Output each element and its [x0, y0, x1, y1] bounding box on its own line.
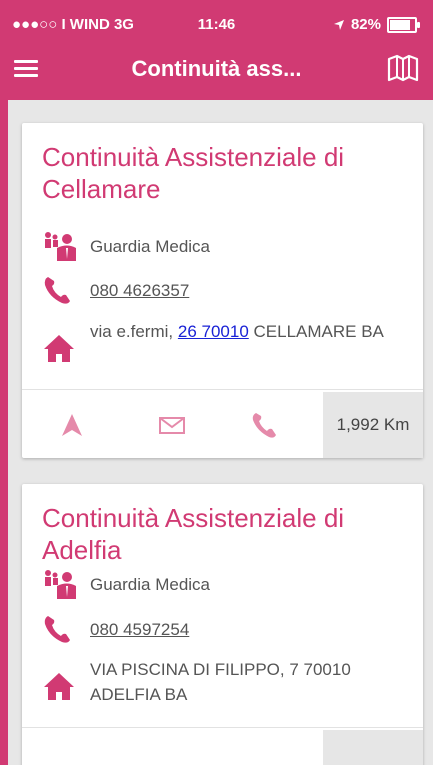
address-row: via e.fermi, 26 70010 CELLAMARE BA — [42, 319, 390, 363]
call-icon[interactable] — [250, 410, 280, 440]
doctor-family-icon — [45, 570, 76, 599]
type-row: Guardia Medica — [42, 231, 210, 261]
distance-value: 1,992 Km — [336, 415, 410, 434]
address-street: via e.fermi, — [90, 322, 174, 341]
phone-icon — [44, 277, 70, 304]
address-city: CELLAMARE BA — [253, 322, 384, 341]
top-bar: ●●●○○ I WIND 3G 11:46 82% Continuità ass… — [0, 0, 433, 100]
app-screen: ●●●○○ I WIND 3G 11:46 82% Continuità ass… — [0, 0, 433, 765]
facility-type: Guardia Medica — [90, 574, 211, 594]
card-actions — [22, 730, 423, 765]
phone-icon — [44, 616, 70, 643]
distance-badge — [323, 730, 423, 765]
result-card[interactable]: Continuità Assistenziale di Adelfia Guar… — [22, 484, 423, 765]
location-arrow-icon — [333, 19, 344, 30]
battery-percent: 82% — [350, 16, 381, 33]
nav-bar: Continuità ass... — [0, 38, 433, 100]
status-bar: ●●●○○ I WIND 3G 11:46 82% — [0, 8, 433, 38]
navigate-icon[interactable] — [57, 410, 87, 440]
email-icon[interactable] — [157, 410, 187, 440]
results-list[interactable]: Continuità Assistenziale di Cellamare Gu… — [0, 100, 433, 765]
phone-row: 080 4626357 — [42, 275, 189, 305]
type-row: Guardia Medica — [42, 569, 210, 599]
address-text: VIA PISCINA DI FILIPPO, 7 70010 ADELFIA … — [90, 660, 351, 704]
address-row: VIA PISCINA DI FILIPPO, 7 70010 ADELFIA … — [42, 657, 390, 707]
phone-row: 080 4597254 — [42, 614, 189, 644]
page-title: Continuità ass... — [131, 56, 302, 81]
card-divider — [22, 389, 423, 390]
card-divider — [22, 727, 423, 728]
phone-link[interactable]: 080 4597254 — [90, 617, 189, 642]
home-icon — [44, 673, 74, 700]
battery-icon — [387, 16, 420, 33]
result-card[interactable]: Continuità Assistenziale di Cellamare Gu… — [22, 123, 423, 458]
map-icon[interactable] — [387, 54, 419, 82]
home-icon — [44, 335, 74, 362]
distance-badge: 1,992 Km — [323, 392, 423, 458]
address-text: via e.fermi, 26 70010 CELLAMARE BA — [90, 319, 390, 344]
battery-status: 82% — [333, 16, 420, 33]
card-title[interactable]: Continuità Assistenziale di Adelfia — [42, 502, 402, 566]
card-actions: 1,992 Km — [22, 392, 423, 458]
card-title[interactable]: Continuità Assistenziale di Cellamare — [42, 141, 402, 205]
facility-type: Guardia Medica — [90, 236, 211, 256]
phone-link[interactable]: 080 4626357 — [90, 278, 189, 303]
address-link[interactable]: 26 70010 — [178, 322, 249, 341]
doctor-family-icon — [45, 232, 76, 261]
